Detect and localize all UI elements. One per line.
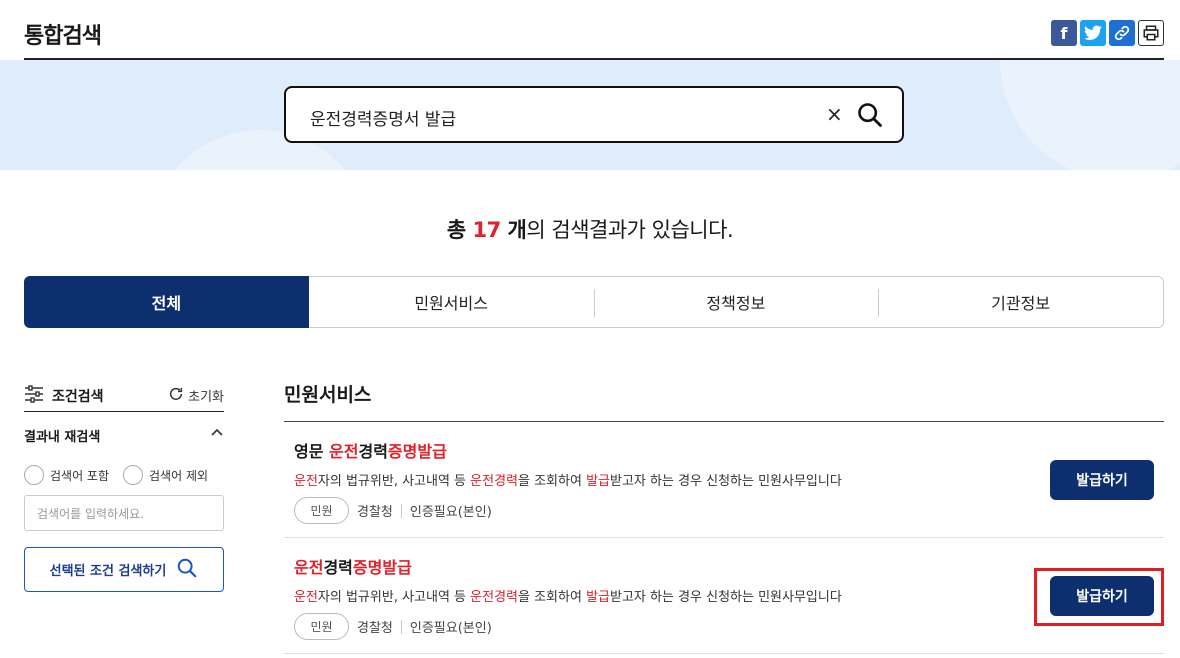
desc-highlight: 운전경력 xyxy=(470,474,518,489)
search-mode-radios: 검색어 포함 검색어 제외 xyxy=(24,465,224,485)
filter-icon xyxy=(24,384,44,407)
category-tabs: 전체 민원서비스 정책정보 기관정보 xyxy=(24,276,1164,328)
search-icon[interactable] xyxy=(856,101,884,133)
desc-part: 을 조회하여 xyxy=(518,590,587,605)
meta-divider xyxy=(400,619,402,634)
include-label: 검색어 포함 xyxy=(50,468,110,483)
tab-civil-service[interactable]: 민원서비스 xyxy=(309,277,594,327)
result-title[interactable]: 영문 운전경력증명발급 xyxy=(294,438,1164,462)
twitter-icon[interactable] xyxy=(1080,20,1106,46)
search-query[interactable]: 운전경력증명서 발급 xyxy=(310,105,456,130)
search-icon xyxy=(176,557,198,583)
refresh-icon xyxy=(168,386,184,406)
banner-decoration xyxy=(1000,60,1180,170)
condition-search-label: 선택된 조건 검색하기 xyxy=(49,564,167,579)
section-title: 민원서비스 xyxy=(284,380,1164,422)
facebook-icon[interactable]: f xyxy=(1051,20,1077,46)
research-label: 결과내 재검색 xyxy=(24,430,101,445)
result-item: 운전경력증명발급 운전자의 법규위반, 사고내역 등 운전경력을 조회하여 발급… xyxy=(284,538,1164,654)
reset-label: 초기화 xyxy=(188,390,224,405)
desc-part: 을 조회하여 xyxy=(518,474,587,489)
results-section: 민원서비스 영문 운전경력증명발급 운전자의 법규위반, 사고내역 등 운전경력… xyxy=(284,380,1164,654)
exclude-radio[interactable]: 검색어 제외 xyxy=(123,465,208,485)
result-count: 17 xyxy=(472,218,502,242)
filter-sidebar: 조건검색 초기화 결과내 재검색 검색어 포함 검색어 제외 검색어를 입력하세… xyxy=(24,380,224,592)
desc-highlight: 운전 xyxy=(294,590,318,605)
desc-part: 자의 법규위반, 사고내역 등 xyxy=(317,474,471,489)
radio-circle[interactable] xyxy=(24,465,44,485)
title-highlight: 증명발급 xyxy=(387,442,447,461)
issue-button[interactable]: 발급하기 xyxy=(1050,460,1154,500)
chevron-up-icon xyxy=(210,426,224,445)
result-summary: 총 17 개의 검색결과가 있습니다. xyxy=(0,214,1180,244)
result-item: 영문 운전경력증명발급 운전자의 법규위반, 사고내역 등 운전경력을 조회하여… xyxy=(284,422,1164,538)
share-toolbar: f xyxy=(1051,20,1164,46)
include-radio[interactable]: 검색어 포함 xyxy=(24,465,109,485)
issue-button[interactable]: 발급하기 xyxy=(1050,576,1154,616)
desc-part: 받고자 하는 경우 신청하는 민원사무입니다 xyxy=(610,590,842,605)
result-meta: 민원 경찰청 인증필요(본인) xyxy=(294,497,1164,524)
exclude-label: 검색어 제외 xyxy=(149,468,209,483)
filter-header: 조건검색 초기화 xyxy=(24,380,224,412)
desc-highlight: 발급 xyxy=(586,590,610,605)
desc-part: 받고자 하는 경우 신청하는 민원사무입니다 xyxy=(610,474,842,489)
result-description: 운전자의 법규위반, 사고내역 등 운전경력을 조회하여 발급받고자 하는 경우… xyxy=(294,470,1164,489)
radio-circle[interactable] xyxy=(123,465,144,485)
title-part: 경력 xyxy=(358,442,388,461)
result-unit: 개 xyxy=(500,218,527,242)
research-input[interactable]: 검색어를 입력하세요. xyxy=(24,495,224,531)
result-suffix: 의 검색결과가 있습니다. xyxy=(526,218,734,242)
desc-highlight: 운전경력 xyxy=(470,590,518,605)
auth-requirement: 인증필요(본인) xyxy=(409,505,492,520)
clear-icon[interactable]: × xyxy=(826,102,843,126)
title-highlight: 운전 xyxy=(294,558,324,577)
desc-part: 자의 법규위반, 사고내역 등 xyxy=(317,590,471,605)
condition-search-button[interactable]: 선택된 조건 검색하기 xyxy=(24,547,224,592)
filter-label: 조건검색 xyxy=(52,388,104,405)
agency-name: 경찰청 xyxy=(357,621,393,636)
title-part: 영문 xyxy=(294,442,330,461)
tab-agency[interactable]: 기관정보 xyxy=(878,277,1163,327)
print-icon[interactable] xyxy=(1138,20,1164,46)
title-highlight: 운전 xyxy=(329,442,359,461)
tab-policy[interactable]: 정책정보 xyxy=(593,277,879,327)
research-section-toggle[interactable]: 결과내 재검색 xyxy=(24,426,224,445)
link-icon[interactable] xyxy=(1109,20,1135,46)
category-badge: 민원 xyxy=(294,497,349,524)
meta-divider xyxy=(400,503,402,518)
title-part: 경력 xyxy=(323,558,353,577)
result-prefix: 총 xyxy=(446,218,473,242)
page-title: 통합검색 xyxy=(24,24,102,49)
tab-all[interactable]: 전체 xyxy=(24,276,309,328)
agency-name: 경찰청 xyxy=(357,505,393,520)
reset-button[interactable]: 초기화 xyxy=(168,386,224,406)
desc-highlight: 운전 xyxy=(294,474,318,489)
title-highlight: 증명발급 xyxy=(352,558,412,577)
category-badge: 민원 xyxy=(294,613,349,640)
auth-requirement: 인증필요(본인) xyxy=(409,621,492,636)
desc-highlight: 발급 xyxy=(586,474,610,489)
search-input[interactable]: 운전경력증명서 발급 × xyxy=(284,86,904,143)
